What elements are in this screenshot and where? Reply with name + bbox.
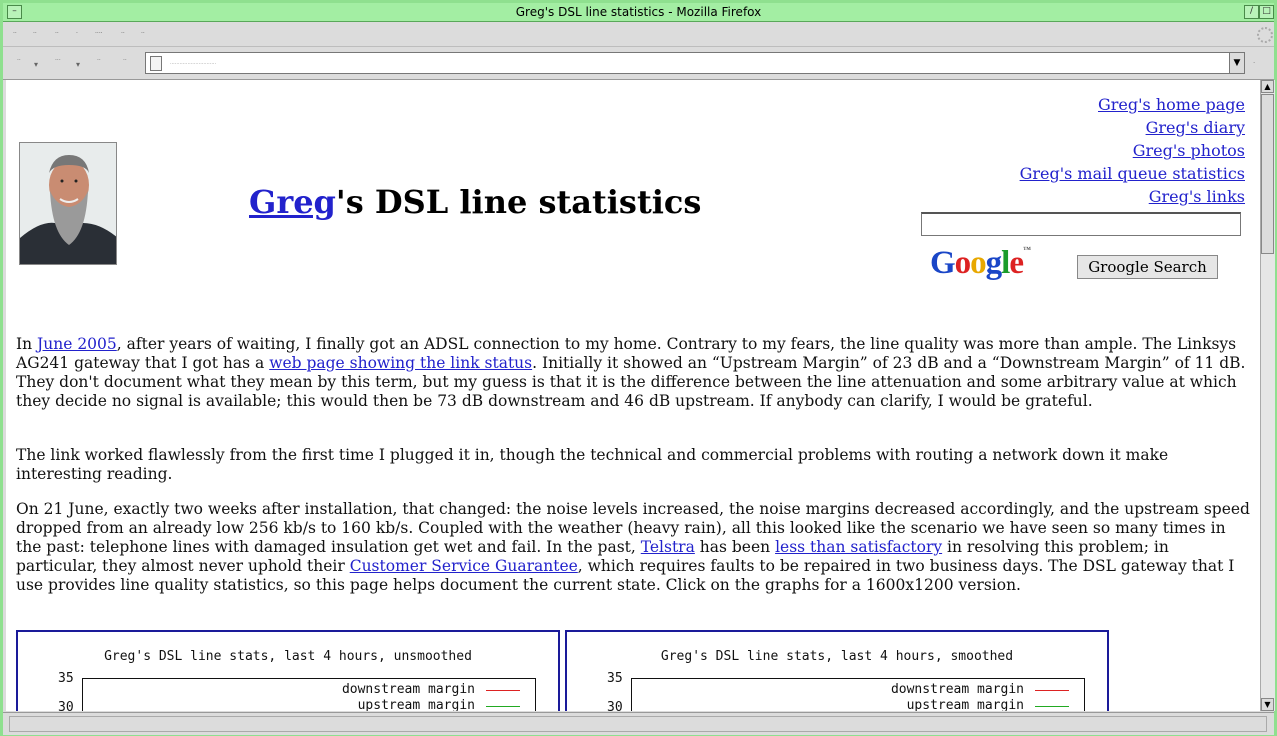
author-photo[interactable] bbox=[19, 142, 117, 265]
graph-unsmoothed[interactable]: Greg's DSL line stats, last 4 hours, uns… bbox=[16, 630, 560, 711]
google-logo: Google™ bbox=[930, 245, 1031, 281]
minimize-button[interactable]: / bbox=[1244, 5, 1259, 19]
window-title: Greg's DSL line statistics - Mozilla Fir… bbox=[515, 5, 762, 19]
back-button[interactable]: ·· bbox=[17, 57, 21, 64]
menu-go[interactable]: · bbox=[76, 30, 78, 37]
graph-smoothed[interactable]: Greg's DSL line stats, last 4 hours, smo… bbox=[565, 630, 1109, 711]
title-text: 's DSL line statistics bbox=[335, 183, 702, 221]
y-tick: 30 bbox=[58, 700, 74, 711]
nav-links: Greg's home page Greg's diary Greg's pho… bbox=[1020, 93, 1245, 208]
title-bar: – Greg's DSL line statistics - Mozilla F… bbox=[3, 3, 1274, 22]
back-dropdown-icon[interactable]: ▾ bbox=[34, 60, 38, 69]
graph-title: Greg's DSL line stats, last 4 hours, smo… bbox=[660, 649, 1014, 664]
url-bar[interactable]: ····························· ▼ bbox=[145, 52, 1245, 74]
menu-file[interactable]: ·· bbox=[13, 30, 17, 37]
link-telstra[interactable]: Telstra bbox=[641, 538, 695, 556]
scroll-up-icon[interactable]: ▲ bbox=[1261, 80, 1274, 93]
url-text[interactable]: ····························· bbox=[170, 61, 216, 67]
link-links[interactable]: Greg's links bbox=[1149, 187, 1245, 206]
link-customer-service-guarantee[interactable]: Customer Service Guarantee bbox=[350, 557, 578, 575]
title-home-link[interactable]: Greg bbox=[249, 183, 336, 221]
legend-downstream: downstream margin bbox=[341, 682, 475, 697]
page-title: Greg's DSL line statistics bbox=[249, 183, 701, 221]
menu-view[interactable]: ·· bbox=[55, 30, 59, 37]
maximize-button[interactable]: □ bbox=[1259, 5, 1274, 19]
y-tick: 35 bbox=[58, 671, 74, 686]
page-icon bbox=[150, 56, 162, 71]
menu-help[interactable]: ·· bbox=[141, 30, 145, 37]
status-bar bbox=[3, 712, 1274, 735]
throbber-icon bbox=[1257, 27, 1273, 43]
page-content: Greg's DSL line statistics Greg's home p… bbox=[6, 80, 1260, 711]
menu-edit[interactable]: ·· bbox=[33, 30, 37, 37]
menu-tools[interactable]: ·· bbox=[121, 30, 125, 37]
forward-dropdown-icon[interactable]: ▾ bbox=[76, 60, 80, 69]
paragraph-intro: In June 2005, after years of waiting, I … bbox=[16, 335, 1246, 410]
vertical-scrollbar[interactable]: ▲ ▼ bbox=[1260, 80, 1275, 711]
scroll-down-icon[interactable]: ▼ bbox=[1261, 698, 1274, 711]
reload-button[interactable]: ·· bbox=[97, 57, 101, 64]
link-mail-queue[interactable]: Greg's mail queue statistics bbox=[1020, 164, 1245, 183]
graph-title: Greg's DSL line stats, last 4 hours, uns… bbox=[104, 649, 472, 664]
legend-line-downstream bbox=[1035, 690, 1069, 691]
legend-line-upstream bbox=[1035, 706, 1069, 707]
link-diary[interactable]: Greg's diary bbox=[1146, 118, 1245, 137]
paragraph-link-worked: The link worked flawlessly from the firs… bbox=[16, 446, 1169, 483]
y-tick: 30 bbox=[607, 700, 623, 711]
link-less-than-satisfactory[interactable]: less than satisfactory bbox=[775, 538, 942, 556]
forward-button[interactable]: ··· bbox=[55, 57, 61, 64]
link-home-page[interactable]: Greg's home page bbox=[1098, 95, 1245, 114]
search-button[interactable]: Groogle Search bbox=[1077, 255, 1218, 279]
browser-window: – Greg's DSL line statistics - Mozilla F… bbox=[0, 0, 1277, 736]
search-input[interactable] bbox=[921, 212, 1241, 236]
y-tick: 35 bbox=[607, 671, 623, 686]
link-photos[interactable]: Greg's photos bbox=[1133, 141, 1245, 160]
link-june-2005[interactable]: June 2005 bbox=[37, 335, 117, 353]
menu-bookmarks[interactable]: ···· bbox=[95, 30, 103, 37]
legend-upstream: upstream margin bbox=[906, 698, 1024, 711]
link-status-page[interactable]: web page showing the link status bbox=[269, 354, 532, 372]
paragraph-june-21: On 21 June, exactly two weeks after inst… bbox=[16, 500, 1250, 594]
legend-downstream: downstream margin bbox=[890, 682, 1024, 697]
stop-button[interactable]: ·· bbox=[123, 57, 127, 64]
go-button[interactable]: · bbox=[1253, 59, 1255, 67]
legend-line-downstream bbox=[486, 690, 520, 691]
status-text bbox=[9, 716, 1267, 732]
scroll-thumb[interactable] bbox=[1261, 94, 1274, 254]
legend-upstream: upstream margin bbox=[357, 698, 475, 711]
legend-line-upstream bbox=[486, 706, 520, 707]
menu-bar: ·· ·· ·· · ···· ·· ·· bbox=[3, 22, 1274, 47]
navigation-toolbar: ·· ▾ ··· ▾ ·· ·· ·······················… bbox=[3, 47, 1274, 80]
url-dropdown-icon[interactable]: ▼ bbox=[1229, 53, 1244, 73]
